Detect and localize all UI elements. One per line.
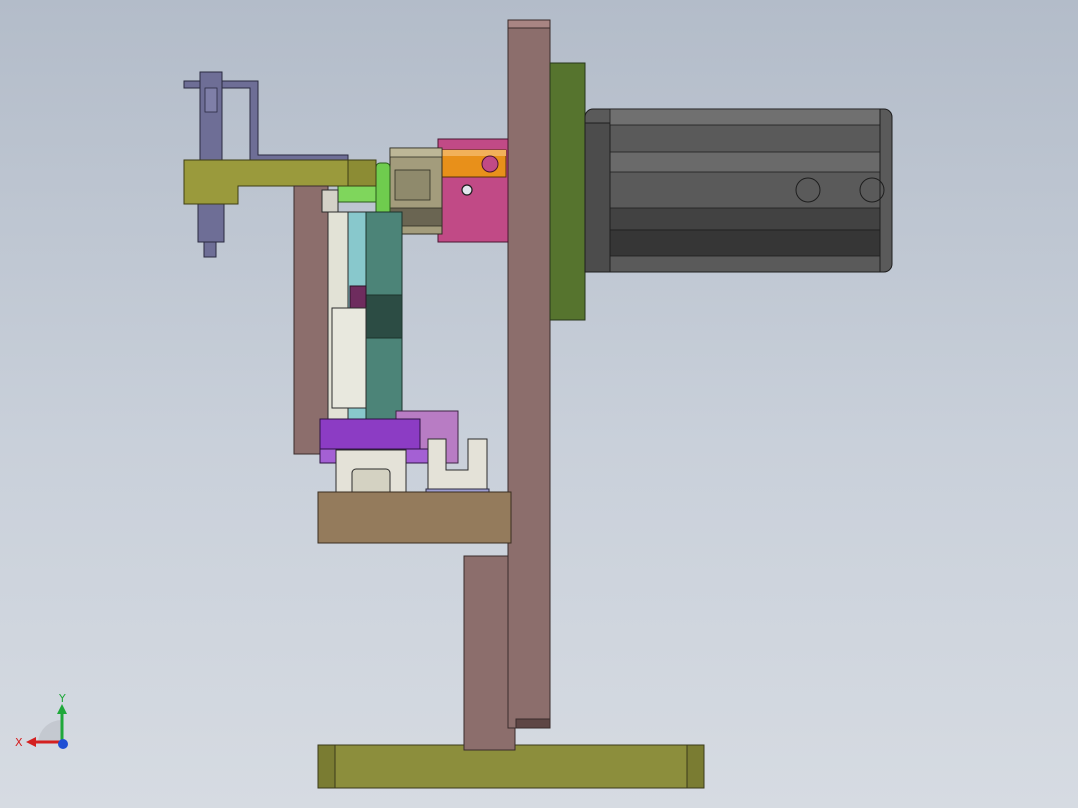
x-axis-label: X [15,736,23,749]
orientation-triad: Y X [15,692,68,749]
support-column[interactable] [463,555,516,751]
motor-body[interactable] [584,108,893,273]
y-axis-label: Y [58,692,66,705]
slide-block[interactable] [293,185,403,455]
vertical-frame-plate[interactable] [507,19,551,729]
tan-table[interactable] [317,491,512,544]
cad-model-view[interactable]: Y X [0,0,1078,808]
cad-viewport[interactable]: Y X [0,0,1078,808]
x-axis-arrow-icon [26,737,36,747]
z-axis-dot [58,739,68,749]
y-axis-arrow-icon [57,704,67,714]
motor-mount-plate[interactable] [549,62,586,321]
base-plate[interactable] [317,744,705,789]
